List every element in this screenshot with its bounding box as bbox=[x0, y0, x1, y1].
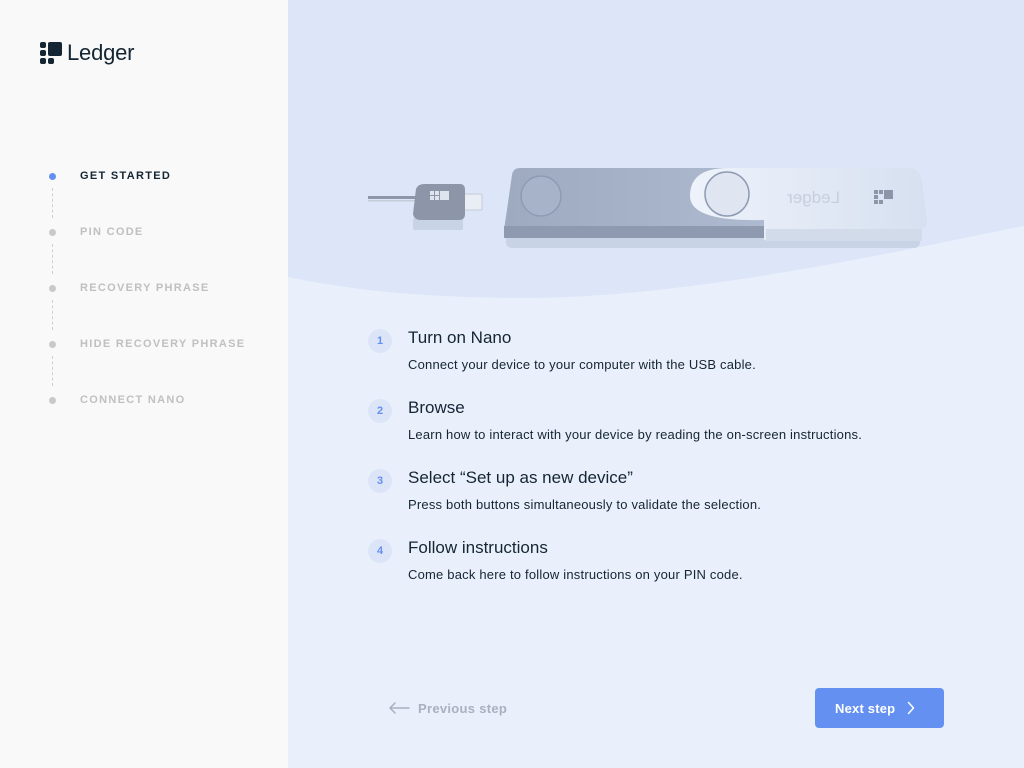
next-step-label: Next step bbox=[835, 700, 896, 716]
step-connector bbox=[52, 356, 53, 386]
step-connector bbox=[52, 244, 53, 274]
step-label: RECOVERY PHRASE bbox=[80, 282, 210, 294]
nano-device-illustration: Ledger bbox=[288, 0, 1024, 299]
arrow-left-icon bbox=[389, 702, 410, 714]
step-connect-nano: CONNECT NANO bbox=[0, 384, 288, 440]
instruction-title: Follow instructions bbox=[408, 538, 548, 557]
instruction-title: Turn on Nano bbox=[408, 328, 512, 347]
instruction-item: 3 Select “Set up as new device” Press bo… bbox=[368, 466, 968, 536]
step-number-badge: 2 bbox=[368, 399, 392, 423]
instruction-desc: Connect your device to your computer wit… bbox=[408, 357, 756, 372]
sidebar: Ledger GET STARTED PIN CODE RECOVERY PHR… bbox=[0, 0, 288, 768]
step-label: PIN CODE bbox=[80, 226, 144, 238]
step-label: HIDE RECOVERY PHRASE bbox=[80, 338, 246, 350]
step-dot bbox=[49, 341, 56, 348]
instruction-desc: Press both buttons simultaneously to val… bbox=[408, 497, 762, 512]
step-recovery-phrase: RECOVERY PHRASE bbox=[0, 272, 288, 330]
step-hide-recovery-phrase: HIDE RECOVERY PHRASE bbox=[0, 328, 288, 386]
logo-text: Ledger bbox=[67, 40, 135, 65]
step-connector bbox=[52, 188, 53, 218]
step-dot bbox=[49, 285, 56, 292]
main-panel: Ledger 1 Turn on Nano Connect your devic… bbox=[288, 0, 1024, 768]
instruction-desc: Come back here to follow instructions on… bbox=[408, 567, 743, 582]
chevron-right-icon bbox=[908, 701, 915, 715]
navigation-footer: Previous step Next step bbox=[288, 688, 1024, 728]
instruction-desc: Learn how to interact with your device b… bbox=[408, 427, 863, 442]
instruction-item: 2 Browse Learn how to interact with your… bbox=[368, 396, 968, 466]
step-get-started: GET STARTED bbox=[0, 160, 288, 218]
ledger-logo-icon bbox=[40, 42, 62, 64]
step-label: CONNECT NANO bbox=[80, 394, 186, 406]
onboarding-steps: GET STARTED PIN CODE RECOVERY PHRASE HID… bbox=[0, 160, 288, 440]
previous-step-button[interactable]: Previous step bbox=[388, 688, 507, 728]
instructions-list: 1 Turn on Nano Connect your device to yo… bbox=[368, 326, 968, 606]
step-label: GET STARTED bbox=[80, 170, 172, 182]
step-connector bbox=[52, 300, 53, 330]
instruction-item: 4 Follow instructions Come back here to … bbox=[368, 536, 968, 606]
step-number-badge: 3 bbox=[368, 469, 392, 493]
step-number-badge: 4 bbox=[368, 539, 392, 563]
step-dot bbox=[49, 229, 56, 236]
ledger-logo: Ledger bbox=[40, 40, 135, 66]
instruction-item: 1 Turn on Nano Connect your device to yo… bbox=[368, 326, 968, 396]
step-dot bbox=[49, 397, 56, 404]
previous-step-label: Previous step bbox=[418, 700, 508, 716]
step-pin-code: PIN CODE bbox=[0, 216, 288, 274]
instruction-title: Select “Set up as new device” bbox=[408, 468, 633, 487]
step-number-badge: 1 bbox=[368, 329, 392, 353]
device-brand-text: Ledger bbox=[787, 188, 840, 207]
instruction-title: Browse bbox=[408, 398, 465, 417]
next-step-button[interactable]: Next step bbox=[815, 688, 944, 728]
step-dot bbox=[49, 173, 56, 180]
